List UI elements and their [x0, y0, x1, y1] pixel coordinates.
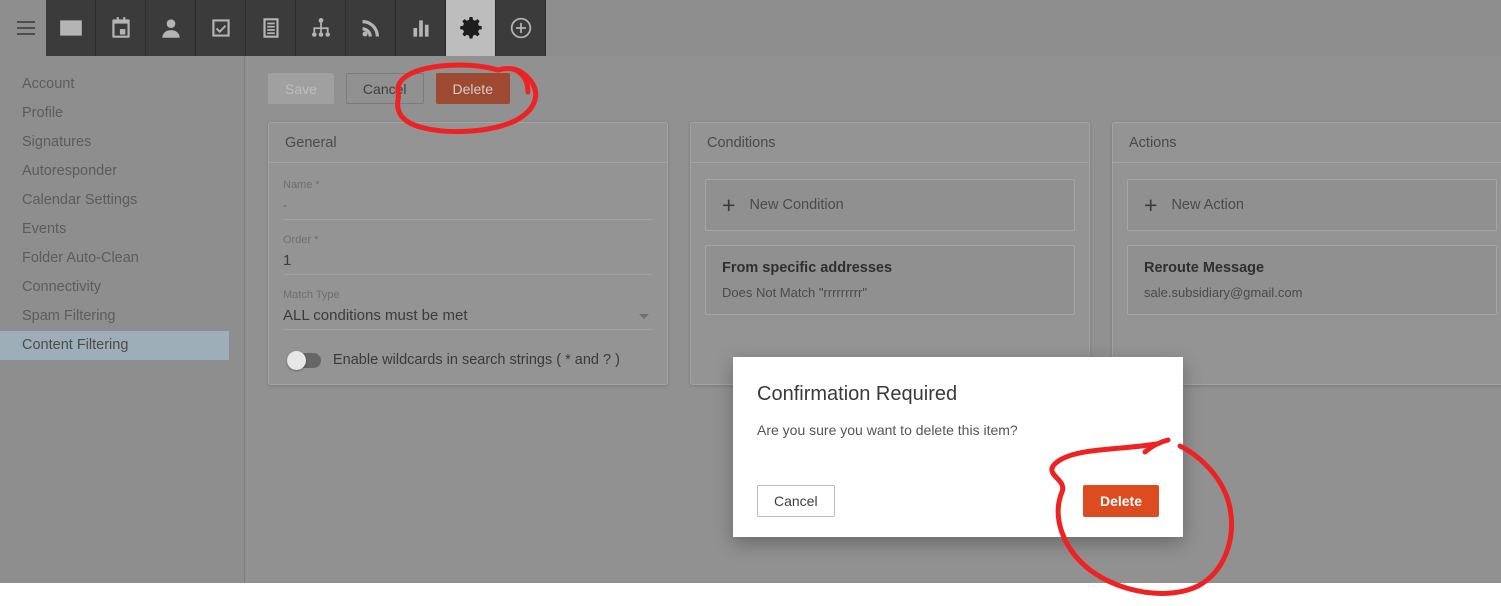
new-condition-button[interactable]: + New Condition: [705, 179, 1075, 231]
sitemap-icon[interactable]: [296, 0, 346, 56]
order-field[interactable]: Order * 1: [283, 234, 653, 275]
conditions-panel: Conditions + New Condition From specific…: [690, 122, 1090, 385]
sidebar-item-connectivity[interactable]: Connectivity: [0, 273, 244, 302]
condition-item[interactable]: From specific addresses Does Not Match "…: [705, 245, 1075, 315]
sidebar-item-signatures[interactable]: Signatures: [0, 128, 244, 157]
dialog-cancel-button[interactable]: Cancel: [757, 485, 835, 517]
hamburger-bar: [17, 27, 35, 29]
general-panel-body: Name * - Order * 1 Match Type ALL condit…: [269, 163, 667, 384]
match-type-label: Match Type: [283, 289, 340, 301]
notes-icon[interactable]: [246, 0, 296, 56]
new-condition-label: New Condition: [749, 197, 844, 213]
dialog-actions: Cancel Delete: [757, 485, 1159, 517]
general-panel-title: General: [269, 123, 667, 163]
cancel-button[interactable]: Cancel: [345, 72, 424, 104]
reports-chart-icon[interactable]: [396, 0, 446, 56]
match-type-row: ALL conditions must be met: [283, 305, 653, 327]
conditions-panel-body: + New Condition From specific addresses …: [691, 163, 1089, 345]
action-item[interactable]: Reroute Message sale.subsidiary@gmail.co…: [1127, 245, 1497, 315]
match-type-select[interactable]: Match Type ALL conditions must be met: [283, 289, 653, 330]
order-field-label: Order *: [283, 234, 319, 246]
new-action-label: New Action: [1171, 197, 1244, 213]
save-button[interactable]: Save: [268, 72, 334, 104]
conditions-panel-title: Conditions: [691, 123, 1089, 163]
sidebar-item-autoresponder[interactable]: Autoresponder: [0, 157, 244, 186]
wildcards-toggle-row: Enable wildcards in search strings ( * a…: [283, 350, 653, 370]
actions-panel-title: Actions: [1113, 123, 1501, 163]
action-item-subtitle: sale.subsidiary@gmail.com: [1144, 285, 1303, 300]
sidebar-item-events[interactable]: Events: [0, 215, 244, 244]
calendar-icon[interactable]: [96, 0, 146, 56]
hamburger-menu-icon[interactable]: [8, 0, 44, 56]
sidebar-item-account[interactable]: Account: [0, 70, 244, 99]
bottom-white-strip: [0, 583, 1501, 606]
rss-feed-icon[interactable]: [346, 0, 396, 56]
dialog-message: Are you sure you want to delete this ite…: [757, 422, 1018, 438]
name-field-value: -: [283, 200, 287, 212]
mail-icon[interactable]: [46, 0, 96, 56]
module-icon-strip: [46, 0, 546, 56]
editor-toolbar: Save Cancel Delete: [268, 72, 1501, 104]
match-type-value: ALL conditions must be met: [283, 307, 468, 324]
wildcards-toggle[interactable]: [287, 350, 321, 370]
application-window: Account Profile Signatures Autoresponder…: [0, 0, 1501, 606]
sidebar-item-folder-auto-clean[interactable]: Folder Auto-Clean: [0, 244, 244, 273]
settings-sidebar: Account Profile Signatures Autoresponder…: [0, 56, 245, 583]
sidebar-item-profile[interactable]: Profile: [0, 99, 244, 128]
general-panel: General Name * - Order * 1 Match Type AL…: [268, 122, 668, 385]
plus-icon: +: [722, 191, 736, 218]
sidebar-item-content-filtering[interactable]: Content Filtering: [0, 331, 229, 360]
new-action-button[interactable]: + New Action: [1127, 179, 1497, 231]
add-plus-circle-icon[interactable]: [496, 0, 546, 56]
chevron-down-icon[interactable]: [639, 313, 649, 319]
sidebar-item-calendar-settings[interactable]: Calendar Settings: [0, 186, 244, 215]
editor-panels: General Name * - Order * 1 Match Type AL…: [268, 122, 1501, 385]
name-field[interactable]: Name * -: [283, 179, 653, 220]
sidebar-item-spam-filtering[interactable]: Spam Filtering: [0, 302, 244, 331]
plus-icon: +: [1144, 191, 1158, 218]
hamburger-bar: [17, 21, 35, 23]
hamburger-bar: [17, 33, 35, 35]
actions-panel: Actions + New Action Reroute Message sal…: [1112, 122, 1501, 385]
action-item-title: Reroute Message: [1144, 260, 1265, 276]
condition-item-title: From specific addresses: [722, 260, 893, 276]
actions-panel-body: + New Action Reroute Message sale.subsid…: [1113, 163, 1501, 345]
dialog-title: Confirmation Required: [757, 383, 958, 405]
tasks-icon[interactable]: [196, 0, 246, 56]
name-field-label: Name *: [283, 179, 320, 191]
wildcards-toggle-label: Enable wildcards in search strings ( * a…: [333, 352, 620, 368]
delete-button[interactable]: Delete: [435, 72, 510, 104]
top-navigation-bar: [0, 0, 1501, 56]
settings-gear-icon[interactable]: [446, 0, 496, 56]
condition-item-subtitle: Does Not Match "rrrrrrrrr": [722, 285, 868, 300]
toggle-knob: [287, 350, 306, 370]
dialog-delete-button[interactable]: Delete: [1082, 485, 1159, 517]
order-field-value: 1: [283, 252, 292, 269]
contacts-icon[interactable]: [146, 0, 196, 56]
confirmation-dialog: Confirmation Required Are you sure you w…: [733, 357, 1183, 537]
